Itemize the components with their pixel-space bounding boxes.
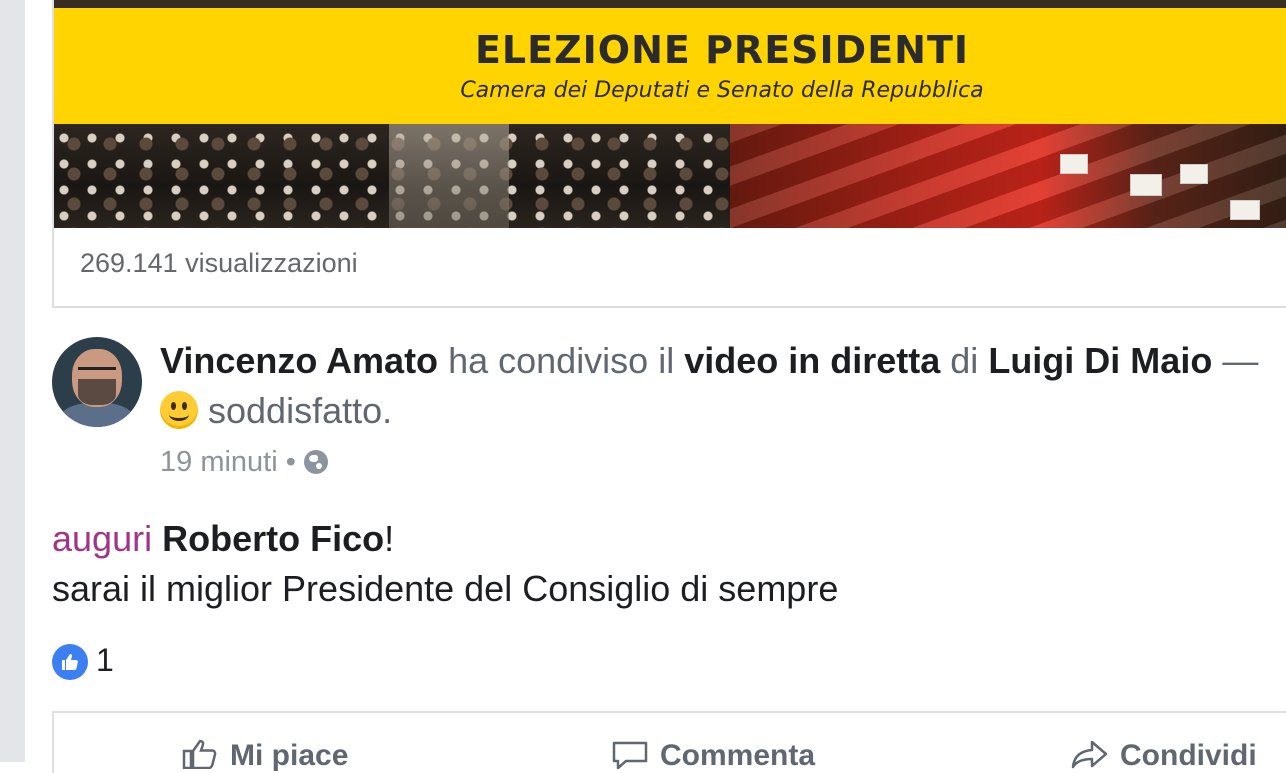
exclamation: ! (384, 518, 395, 559)
post-body: auguri Roberto Fico! sarai il miglior Pr… (52, 514, 838, 614)
comment-bubble-icon (612, 741, 648, 769)
share-arrow-icon (1071, 740, 1108, 769)
shared-object-link[interactable]: video in diretta (684, 340, 940, 381)
of-text: di (950, 340, 979, 381)
post-meta: 19 minuti • (160, 446, 328, 479)
seat-desk (1130, 174, 1162, 196)
video-thumbnail[interactable]: ELEZIONE PRESIDENTI Camera dei Deputati … (54, 0, 1286, 228)
parliament-photo (54, 124, 1286, 228)
thumbs-up-outline-icon (182, 739, 217, 769)
mention-link[interactable]: Roberto Fico (162, 518, 384, 559)
timestamp-link[interactable]: 19 minuti (160, 446, 278, 478)
photo-senate-seats (730, 124, 1286, 228)
like-reaction-icon (52, 644, 88, 680)
smiley-emoji-icon (160, 391, 198, 429)
seat-desk (1060, 154, 1088, 174)
post-header: Vincenzo Amato ha condiviso il video in … (160, 336, 1260, 436)
thumbnail-top-strip (54, 0, 1286, 8)
banner-title: ELEZIONE PRESIDENTI (474, 28, 970, 72)
left-gutter (0, 0, 25, 762)
post-action-bar: Mi piace Commenta Condividi (52, 711, 1286, 773)
share-button-label: Condividi (1120, 739, 1257, 772)
shared-video-card[interactable]: ELEZIONE PRESIDENTI Camera dei Deputati … (52, 0, 1286, 308)
photo-chamber-center (389, 124, 509, 228)
banner-subtitle: Camera dei Deputati e Senato della Repub… (460, 78, 984, 103)
page-name-link[interactable]: Luigi Di Maio (988, 340, 1212, 381)
meta-separator: • (285, 446, 296, 478)
hashtag-link[interactable]: auguri (52, 518, 152, 559)
post-body-line-2: sarai il miglior Presidente del Consigli… (52, 568, 839, 609)
seat-desk (1230, 200, 1260, 220)
feeling-text: soddisfatto. (208, 390, 393, 431)
like-button[interactable]: Mi piace (180, 739, 348, 773)
avatar-glasses (78, 367, 116, 376)
comment-button[interactable]: Commenta (610, 739, 815, 773)
emoji-mouth (169, 408, 189, 421)
globe-icon[interactable] (303, 450, 328, 474)
seat-desk (1180, 164, 1208, 184)
feeling-separator: — (1222, 340, 1259, 381)
avatar-beard (78, 379, 116, 405)
video-banner: ELEZIONE PRESIDENTI Camera dei Deputati … (54, 8, 1286, 124)
share-button[interactable]: Condividi (1070, 739, 1257, 773)
comment-button-label: Commenta (660, 739, 816, 772)
like-button-label: Mi piace (230, 739, 349, 772)
author-name-link[interactable]: Vincenzo Amato (160, 340, 438, 381)
shared-text: ha condiviso il (448, 340, 675, 381)
thumbs-up-icon (62, 654, 78, 670)
video-view-count: 269.141 visualizzazioni (80, 248, 358, 278)
like-count: 1 (96, 642, 114, 678)
post-body-line-1: auguri Roberto Fico! (52, 514, 838, 564)
avatar[interactable] (52, 337, 142, 427)
